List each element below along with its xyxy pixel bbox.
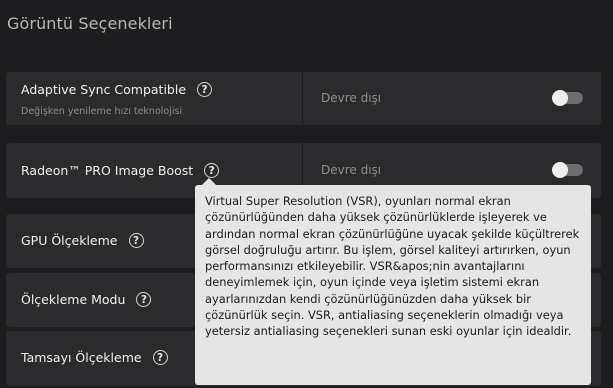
tooltip-text: Virtual Super Resolution (VSR), oyunları… [205, 194, 580, 339]
setting-label-text: GPU Ölçekleme [21, 233, 118, 248]
setting-value-adaptive-sync: Devre dışı [321, 91, 382, 105]
toggle-adaptive-sync[interactable] [552, 90, 583, 106]
setting-label-image-boost: Radeon™ PRO Image Boost ? [21, 163, 220, 178]
setting-label-gpu-scaling: GPU Ölçekleme ? [21, 233, 144, 248]
help-circle-icon[interactable]: ? [197, 82, 213, 97]
help-circle-icon[interactable]: ? [128, 233, 144, 248]
toggle-knob [552, 90, 568, 106]
setting-label-text: Tamsayı Ölçekleme [21, 350, 142, 365]
setting-label-integer-scaling: Tamsayı Ölçekleme ? [21, 350, 168, 365]
setting-sublabel-adaptive-sync: Değişken yenileme hızı teknolojisi [21, 106, 183, 117]
setting-label-cell: Adaptive Sync Compatible ? Değişken yeni… [6, 72, 303, 125]
setting-label-adaptive-sync: Adaptive Sync Compatible ? [21, 82, 213, 97]
setting-label-text: Adaptive Sync Compatible [21, 82, 187, 97]
toggle-knob [552, 162, 568, 178]
help-circle-icon[interactable]: ? [152, 350, 168, 365]
setting-label-scaling-mode: Ölçekleme Modu ? [21, 292, 152, 307]
help-circle-icon[interactable]: ? [136, 292, 152, 307]
toggle-image-boost[interactable] [552, 162, 583, 178]
setting-label-text: Ölçekleme Modu [21, 292, 126, 307]
help-circle-icon[interactable]: ? [204, 163, 220, 178]
page-title: Görüntü Seçenekleri [7, 14, 173, 33]
help-tooltip: Virtual Super Resolution (VSR), oyunları… [195, 177, 591, 385]
setting-label-text: Radeon™ PRO Image Boost [21, 163, 194, 178]
setting-row-adaptive-sync: Adaptive Sync Compatible ? Değişken yeni… [6, 72, 601, 125]
setting-value-image-boost: Devre dışı [321, 163, 382, 177]
